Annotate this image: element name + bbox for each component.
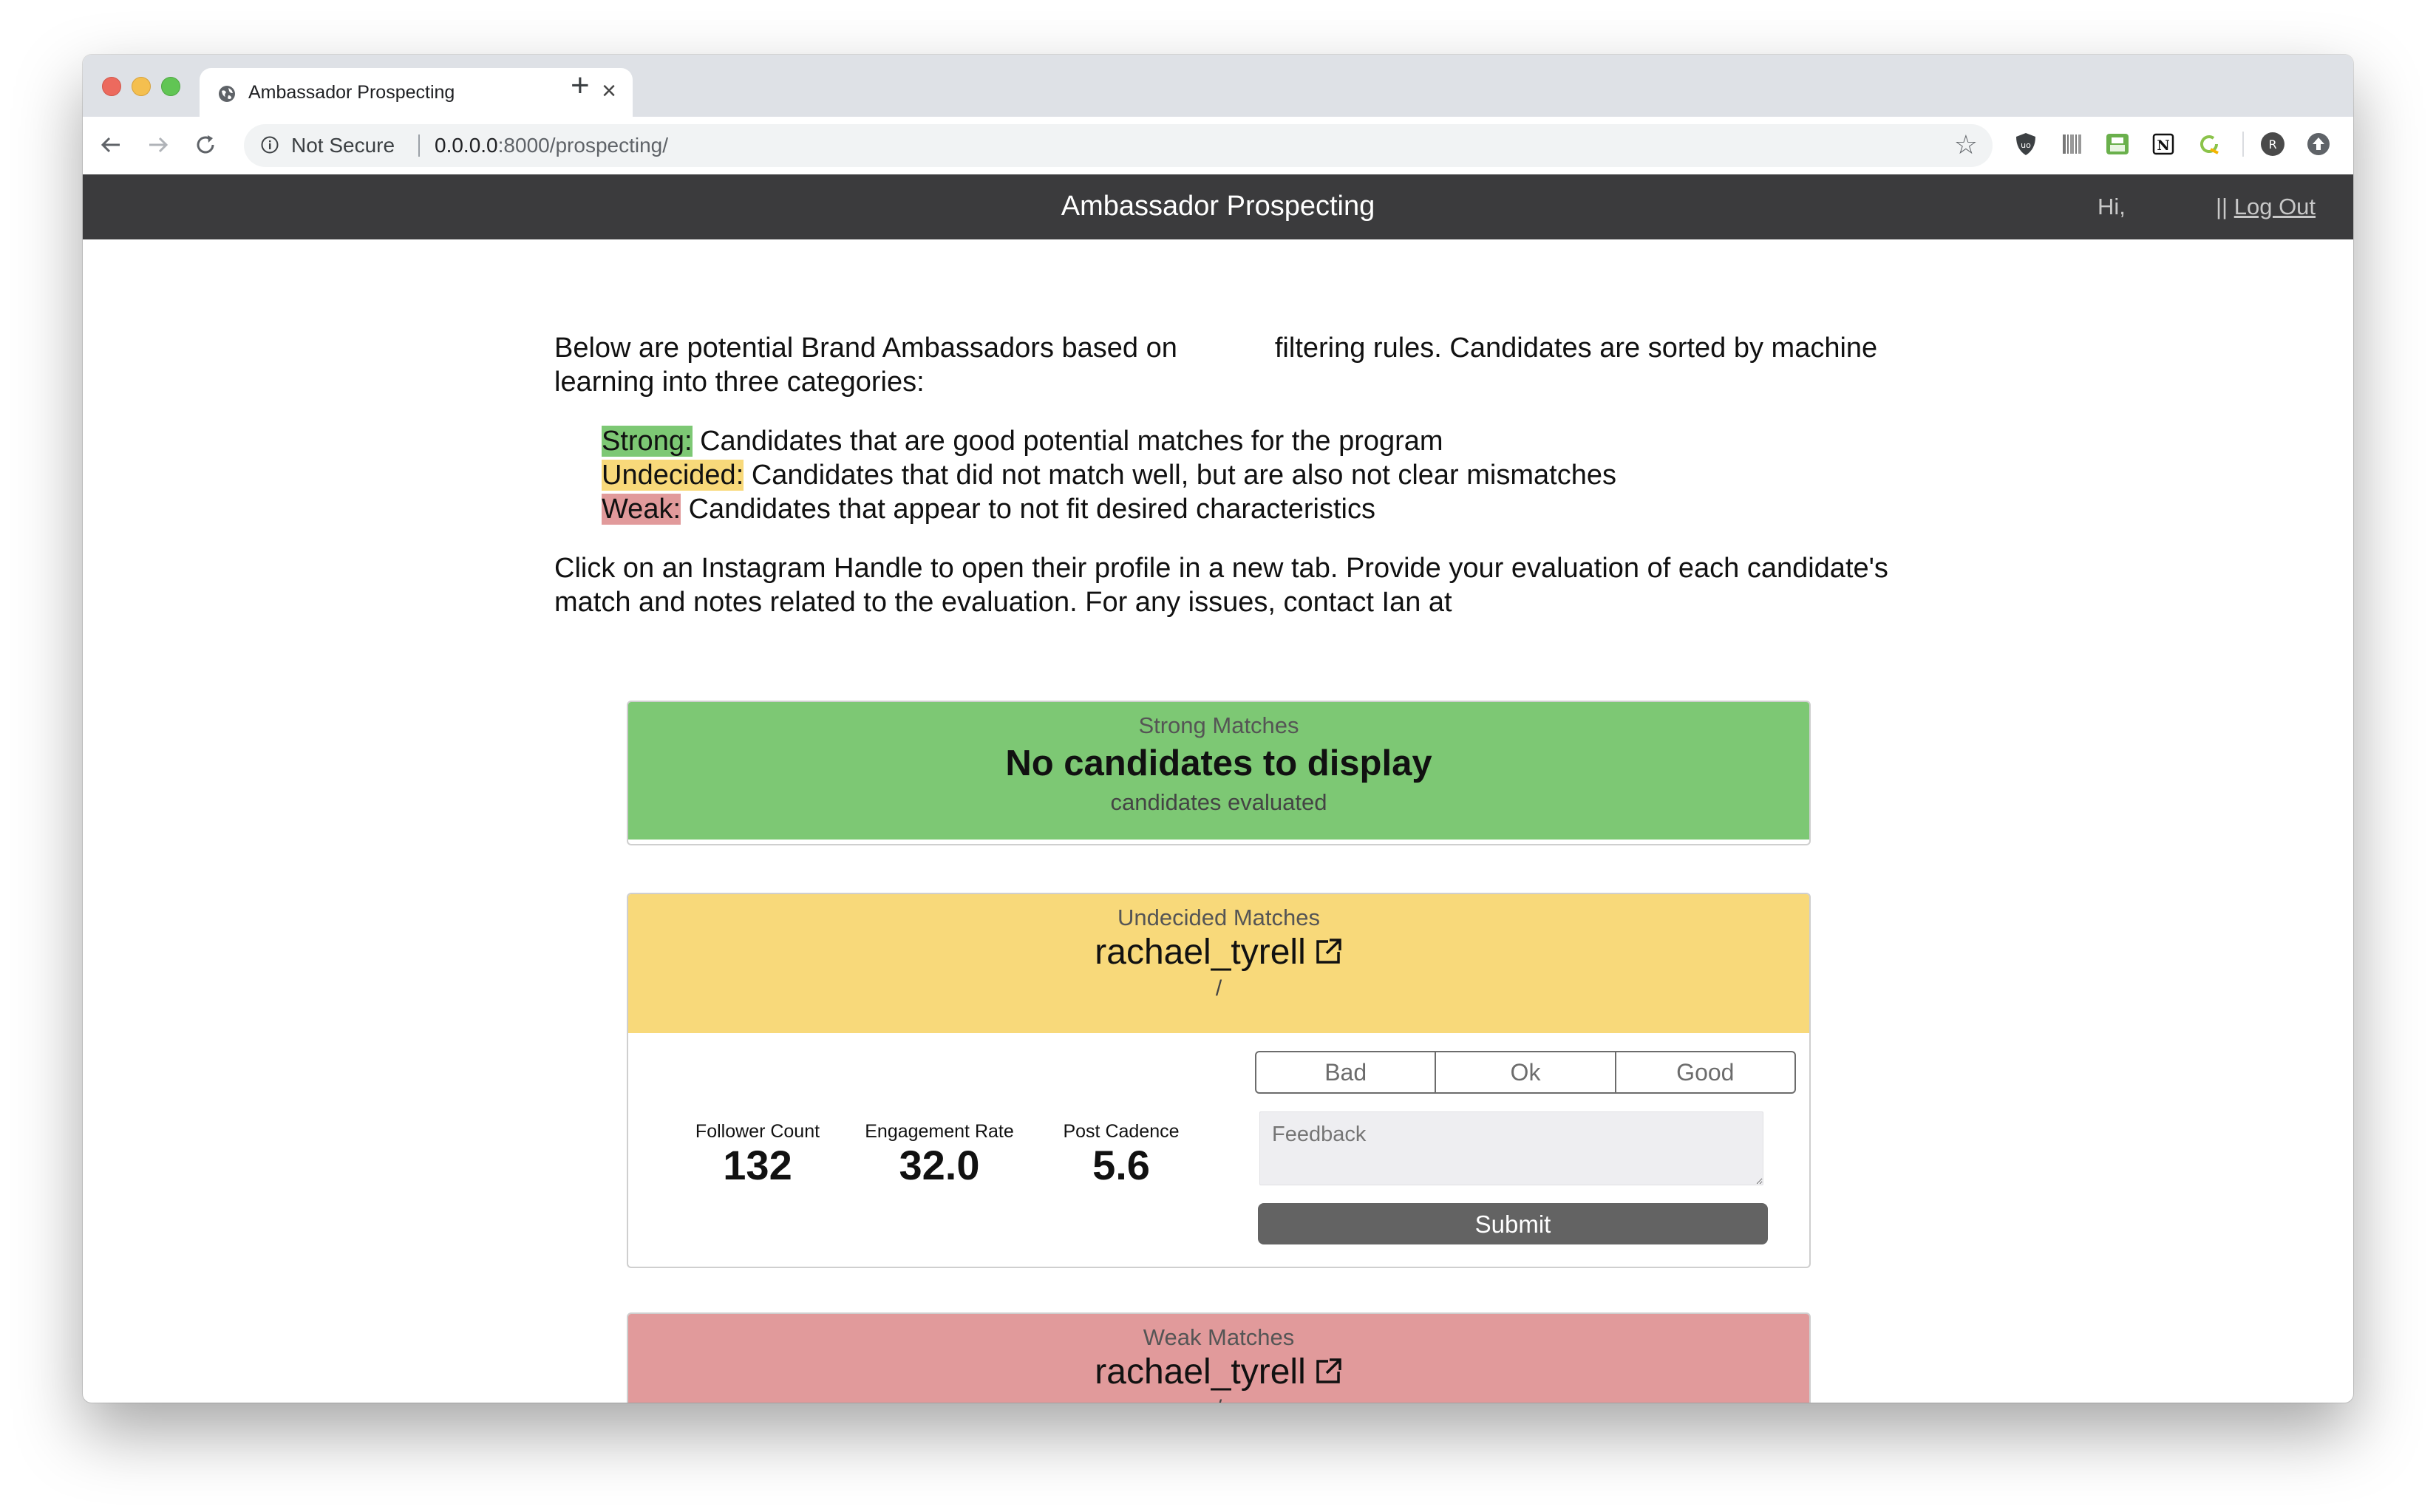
browser-toolbar: Not Secure 0.0.0.0:8000/prospecting/ ☆ u… (83, 117, 2353, 175)
minimize-window-button[interactable] (132, 77, 151, 96)
profile-avatar-icon[interactable]: R (2259, 130, 2287, 158)
stat-label: Engagement Rate (865, 1121, 1014, 1142)
notion-icon[interactable]: N (2149, 130, 2177, 158)
external-link-icon[interactable] (1313, 937, 1343, 967)
browser-tab[interactable]: Ambassador Prospecting × (200, 68, 633, 117)
refresh-green-icon[interactable] (2195, 130, 2223, 158)
undecided-matches-card: Undecided Matches rachael_tyrell / Follo… (627, 893, 1811, 1268)
category-strong-desc: Candidates that are good potential match… (700, 426, 1443, 457)
app-header: Ambassador Prospecting Hi, || Log Out (83, 174, 2353, 239)
logout-area: || Log Out (2216, 192, 2316, 222)
rating-selector: Bad Ok Good (1255, 1051, 1796, 1094)
stat-value: 32.0 (899, 1142, 980, 1188)
feedback-field[interactable] (1259, 1111, 1763, 1185)
category-undecided: Undecided: Candidates that did not match… (602, 458, 1616, 492)
stat-value: 5.6 (1092, 1142, 1150, 1188)
close-window-button[interactable] (102, 77, 121, 96)
svg-text:uo: uo (2021, 140, 2031, 150)
rating-ok-button[interactable]: Ok (1436, 1052, 1616, 1092)
no-candidates-message: No candidates to display (1005, 743, 1432, 783)
category-undecided-label: Undecided: (602, 460, 744, 491)
rating-bad-button[interactable]: Bad (1256, 1052, 1437, 1092)
candidate-handle[interactable]: rachael_tyrell (1095, 1352, 1305, 1392)
strong-matches-header: Strong Matches No candidates to display … (628, 702, 1809, 840)
page-content: Below are potential Brand Ambassadors ba… (83, 239, 2353, 1403)
tab-title: Ambassador Prospecting (248, 82, 455, 103)
weak-matches-label: Weak Matches (1143, 1324, 1295, 1350)
address-separator (418, 134, 420, 157)
logout-separator: || (2216, 194, 2228, 219)
submit-button[interactable]: Submit (1258, 1203, 1768, 1244)
browser-window: Ambassador Prospecting × + Not Secure 0.… (83, 55, 2353, 1403)
category-undecided-desc: Candidates that did not match well, but … (751, 460, 1616, 491)
category-weak-desc: Candidates that appear to not fit desire… (688, 494, 1375, 525)
new-tab-button[interactable]: + (571, 69, 590, 102)
stat-label: Post Cadence (1063, 1121, 1180, 1142)
stat-follower-count: Follower Count 132 (665, 1120, 850, 1188)
info-icon[interactable] (260, 135, 279, 154)
stat-post-cadence: Post Cadence 5.6 (1029, 1120, 1214, 1188)
category-strong-label: Strong: (602, 426, 693, 457)
intro-paragraph: Below are potential Brand Ambassadors ba… (554, 331, 1936, 399)
intro-text-part1: Below are potential Brand Ambassadors ba… (554, 333, 1177, 364)
undecided-matches-header: Undecided Matches rachael_tyrell / (628, 894, 1809, 1033)
stat-engagement-rate: Engagement Rate 32.0 (847, 1120, 1032, 1188)
reload-icon[interactable] (192, 132, 219, 158)
strong-matches-label: Strong Matches (1138, 712, 1299, 738)
candidate-slash: / (628, 1394, 1809, 1403)
candidate-slash: / (1215, 976, 1222, 1001)
external-link-icon[interactable] (1313, 1357, 1343, 1386)
tab-strip: Ambassador Prospecting × + (83, 55, 2353, 117)
stat-value: 132 (723, 1142, 792, 1188)
toolbar-divider (2242, 132, 2244, 157)
ublock-icon[interactable]: uo (2012, 130, 2040, 158)
category-weak: Weak: Candidates that appear to not fit … (602, 492, 1616, 526)
candidate-handle[interactable]: rachael_tyrell (1095, 933, 1305, 972)
svg-text:N: N (2157, 137, 2169, 154)
instructions-paragraph: Click on an Instagram Handle to open the… (554, 553, 1888, 618)
candidates-evaluated-text: candidates evaluated (1110, 789, 1327, 815)
svg-text:R: R (2268, 137, 2276, 151)
weak-matches-header: Weak Matches rachael_tyrell / (628, 1314, 1809, 1403)
forward-arrow-icon[interactable] (145, 132, 171, 158)
undecided-matches-label: Undecided Matches (1117, 905, 1320, 930)
candidate-handle-link[interactable]: rachael_tyrell (628, 931, 1809, 974)
star-icon[interactable]: ☆ (1954, 132, 1978, 158)
upload-icon[interactable] (2304, 130, 2333, 158)
app-title: Ambassador Prospecting (1061, 191, 1375, 222)
weak-matches-card: Weak Matches rachael_tyrell / (627, 1312, 1811, 1403)
category-weak-label: Weak: (602, 494, 681, 525)
printer-icon[interactable] (2103, 130, 2132, 158)
logout-link[interactable]: Log Out (2234, 194, 2316, 219)
back-arrow-icon[interactable] (98, 132, 124, 158)
not-secure-label[interactable]: Not Secure (291, 134, 395, 157)
address-bar[interactable]: Not Secure 0.0.0.0:8000/prospecting/ ☆ (244, 124, 1993, 167)
rating-good-button[interactable]: Good (1616, 1052, 1794, 1092)
globe-icon (219, 86, 235, 102)
url-path: :8000/prospecting/ (497, 134, 669, 157)
greeting-text: Hi, (2098, 194, 2126, 219)
maximize-window-button[interactable] (161, 77, 180, 96)
url-text[interactable]: 0.0.0.0:8000/prospecting/ (435, 134, 668, 157)
strong-matches-card: Strong Matches No candidates to display … (627, 701, 1811, 845)
tab-close-icon[interactable]: × (602, 78, 616, 103)
category-strong: Strong: Candidates that are good potenti… (602, 424, 1616, 458)
stat-label: Follower Count (695, 1121, 820, 1142)
url-host: 0.0.0.0 (435, 134, 498, 157)
category-list: Strong: Candidates that are good potenti… (602, 424, 1616, 526)
barcode-icon[interactable] (2058, 130, 2086, 158)
candidate-handle-link[interactable]: rachael_tyrell (628, 1351, 1809, 1394)
